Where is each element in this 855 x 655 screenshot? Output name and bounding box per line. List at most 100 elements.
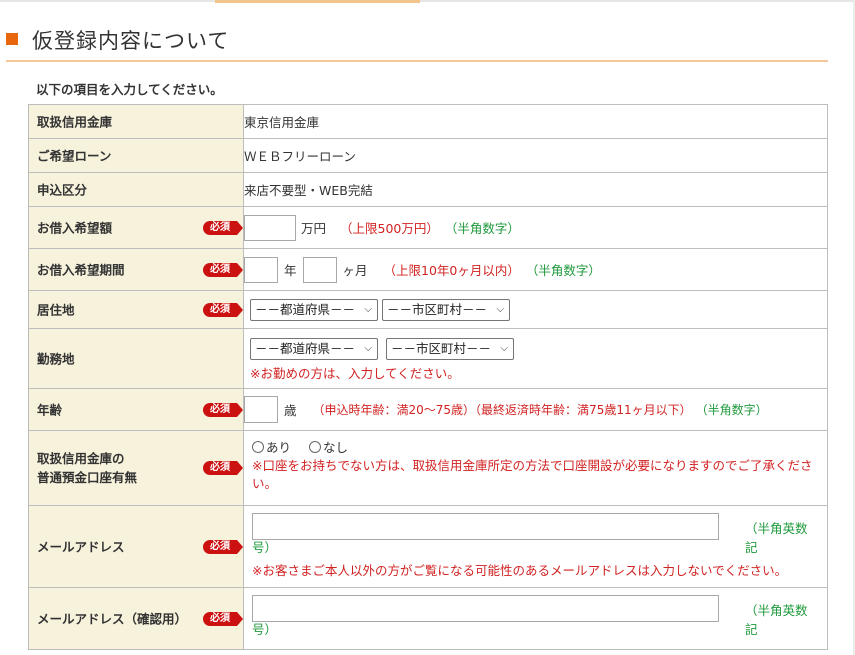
row-residence: 居住地 必須 －－都道府県－－ ⌵ －－市区町村－－ ⌵ — [28, 290, 828, 329]
amount-unit: 万円 — [301, 221, 327, 236]
active-tab-indicator — [215, 0, 420, 3]
email-confirm-input[interactable] — [252, 595, 719, 622]
label-cell: 勤務地 — [28, 328, 244, 389]
label-account-line1: 取扱信用金庫の — [37, 451, 125, 466]
account-no-option[interactable]: なし — [309, 440, 348, 455]
chevron-down-icon: ⌵ — [500, 342, 509, 354]
label-cell: お借入希望額 必須 — [28, 206, 244, 249]
required-badge: 必須 — [203, 461, 243, 475]
value-cell: －－都道府県－－ ⌵ －－市区町村－－ ⌵ ※お勤めの方は、入力してください。 — [243, 328, 828, 389]
label-cell: 年齢 必須 — [28, 388, 244, 431]
label-account-line2: 普通預金口座有無 — [37, 470, 138, 485]
page-title: 仮登録内容について — [32, 29, 230, 53]
top-divider — [0, 0, 855, 3]
workplace-prefecture-select[interactable]: －－都道府県－－ ⌵ — [250, 337, 379, 360]
required-badge: 必須 — [203, 539, 243, 554]
period-months-input[interactable] — [302, 256, 337, 283]
value-type: 来店不要型・WEB完結 — [243, 172, 828, 207]
email-hint: （半角英数記 — [745, 521, 808, 555]
required-badge: 必須 — [203, 402, 243, 417]
row-bank: 取扱信用金庫 東京信用金庫 — [28, 104, 828, 139]
amount-limit: （上限500万円） — [340, 221, 439, 236]
row-account: 取扱信用金庫の 普通預金口座有無 必須 あり なし ※口座をお持ちでない方は、取… — [28, 430, 828, 506]
email-input[interactable] — [252, 513, 719, 540]
residence-prefecture-select[interactable]: －－都道府県－－ ⌵ — [250, 298, 379, 321]
select-value: －－都道府県－－ — [255, 340, 356, 356]
value-cell: （半角英数記 号） ※お客さまご本人以外の方がご覧になる可能性のあるメールアドレ… — [243, 505, 828, 588]
label-email-confirm: メールアドレス（確認用） — [37, 611, 188, 626]
email-hint-cont: 号） — [252, 540, 278, 555]
required-badge: 必須 — [203, 220, 243, 235]
value-cell: 歳 （申込時年齢：満20～75歳）（最終返済時年齢：満75歳11ヶ月以下） （半… — [243, 388, 828, 431]
select-value: －－市区町村－－ — [387, 301, 488, 317]
value-cell: あり なし ※口座をお持ちでない方は、取扱信用金庫所定の方法で口座開設が必要にな… — [243, 430, 828, 506]
row-type: 申込区分 来店不要型・WEB完結 — [28, 172, 828, 207]
label-cell: 取扱信用金庫 — [28, 104, 244, 139]
label-cell: メールアドレス 必須 — [28, 505, 244, 588]
application-form-table: 取扱信用金庫 東京信用金庫 ご希望ローン ＷＥＢフリーローン 申込区分 来店不要… — [28, 104, 828, 650]
option-label: あり — [266, 440, 292, 455]
row-email-confirm: メールアドレス（確認用） 必須 （半角英数記 号） — [28, 587, 828, 650]
label-cell: 申込区分 — [28, 172, 244, 207]
age-input[interactable] — [244, 396, 278, 423]
period-limit: （上限10年0ヶ月以内） — [383, 263, 520, 278]
row-age: 年齢 必須 歳 （申込時年齢：満20～75歳）（最終返済時年齢：満75歳11ヶ月… — [28, 388, 828, 431]
label-workplace: 勤務地 — [37, 351, 75, 366]
row-period: お借入希望期間 必須 年 ヶ月 （上限10年0ヶ月以内） （半角数字） — [28, 248, 828, 291]
required-badge: 必須 — [203, 302, 243, 317]
radio-icon[interactable] — [252, 441, 264, 453]
label-bank: 取扱信用金庫 — [37, 114, 113, 129]
required-badge: 必須 — [203, 611, 243, 626]
label-type: 申込区分 — [37, 182, 88, 197]
period-years-input[interactable] — [244, 256, 278, 283]
label-account: 取扱信用金庫の 普通預金口座有無 — [37, 449, 137, 487]
email-confirm-hint: （半角英数記 — [745, 603, 808, 637]
intro-text: 以下の項目を入力してください。 — [36, 82, 223, 97]
label-amount: お借入希望額 — [37, 220, 113, 235]
amount-input[interactable] — [244, 214, 296, 241]
value-loan: ＷＥＢフリーローン — [243, 138, 828, 173]
radio-icon[interactable] — [309, 441, 321, 453]
period-month-unit: ヶ月 — [342, 263, 368, 278]
account-note: ※口座をお持ちでない方は、取扱信用金庫所定の方法で口座開設が必要になりますのでご… — [252, 458, 813, 491]
age-unit: 歳 — [284, 403, 297, 418]
select-value: －－都道府県－－ — [255, 301, 356, 317]
label-cell: 居住地 必須 — [28, 290, 244, 329]
value-cell: （半角英数記 号） — [243, 587, 828, 650]
period-hint: （半角数字） — [525, 263, 601, 278]
residence-city-select[interactable]: －－市区町村－－ ⌵ — [382, 298, 511, 321]
value-cell: 年 ヶ月 （上限10年0ヶ月以内） （半角数字） — [243, 248, 828, 291]
chevron-down-icon: ⌵ — [364, 303, 373, 315]
label-cell: お借入希望期間 必須 — [28, 248, 244, 291]
label-cell: ご希望ローン — [28, 138, 244, 173]
email-note: ※お客さまご本人以外の方がご覧になる可能性のあるメールアドレスは入力しないでくだ… — [252, 563, 788, 578]
section-heading: 仮登録内容について — [6, 22, 828, 62]
row-email: メールアドレス 必須 （半角英数記 号） ※お客さまご本人以外の方がご覧になる可… — [28, 505, 828, 588]
age-hint: （半角数字） — [695, 403, 768, 417]
label-loan: ご希望ローン — [37, 148, 112, 163]
value-cell: 万円 （上限500万円） （半角数字） — [243, 206, 828, 249]
workplace-city-select[interactable]: －－市区町村－－ ⌵ — [386, 337, 515, 360]
period-year-unit: 年 — [284, 263, 297, 278]
required-badge: 必須 — [203, 262, 243, 277]
row-loan: ご希望ローン ＷＥＢフリーローン — [28, 138, 828, 173]
account-yes-option[interactable]: あり — [252, 440, 291, 455]
value-cell: －－都道府県－－ ⌵ －－市区町村－－ ⌵ — [243, 290, 828, 329]
heading-square-icon — [6, 33, 18, 45]
label-age: 年齢 — [37, 402, 63, 417]
label-cell: 取扱信用金庫の 普通預金口座有無 必須 — [28, 430, 244, 506]
amount-hint: （半角数字） — [444, 221, 520, 236]
option-label: なし — [323, 440, 349, 455]
row-workplace: 勤務地 －－都道府県－－ ⌵ －－市区町村－－ ⌵ ※お勤めの方は、入力してください… — [28, 328, 828, 389]
label-period: お借入希望期間 — [37, 262, 125, 277]
label-email: メールアドレス — [37, 539, 125, 554]
email-confirm-hint-cont: 号） — [252, 622, 278, 637]
label-cell: メールアドレス（確認用） 必須 — [28, 587, 244, 650]
select-value: －－市区町村－－ — [391, 340, 492, 356]
age-limit: （申込時年齢：満20～75歳）（最終返済時年齢：満75歳11ヶ月以下） — [312, 403, 692, 417]
label-residence: 居住地 — [37, 302, 75, 317]
chevron-down-icon: ⌵ — [496, 303, 505, 315]
workplace-note: ※お勤めの方は、入力してください。 — [250, 365, 460, 381]
value-bank: 東京信用金庫 — [243, 104, 828, 139]
row-amount: お借入希望額 必須 万円 （上限500万円） （半角数字） — [28, 206, 828, 249]
